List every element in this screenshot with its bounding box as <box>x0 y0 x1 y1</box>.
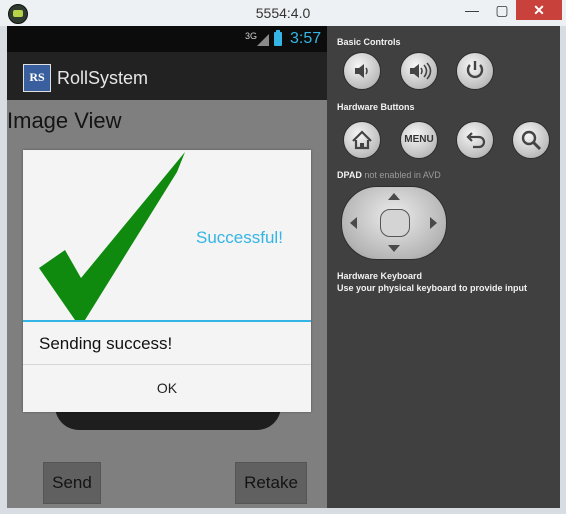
home-icon <box>352 130 372 150</box>
image-view-heading: Image View <box>7 108 122 133</box>
back-button[interactable] <box>456 121 494 159</box>
checkmark-icon <box>39 152 185 320</box>
dpad-up-icon[interactable] <box>388 193 400 200</box>
app-title: RollSystem <box>57 68 149 88</box>
volume-up-button[interactable] <box>400 52 438 90</box>
status-clock: 3:57 <box>290 30 322 47</box>
power-icon <box>466 61 484 79</box>
action-bar: RS RollSystem <box>7 52 327 100</box>
retake-button[interactable]: Retake <box>235 462 307 504</box>
success-dialog: Successful! Sending success! OK <box>23 150 311 412</box>
hardware-keyboard-note: Use your physical keyboard to provide in… <box>337 283 528 293</box>
volume-down-button[interactable] <box>343 52 381 90</box>
maximize-button[interactable]: ▢ <box>488 0 516 20</box>
volume-up-icon <box>410 62 432 80</box>
emulator-controls-panel: Basic Controls Hardware Buttons MENU DPA… <box>327 26 560 508</box>
volume-down-icon <box>355 64 368 78</box>
hardware-keyboard-label: Hardware Keyboard <box>337 271 423 281</box>
dpad-label-text: DPAD <box>337 170 362 180</box>
dpad-center-button[interactable] <box>380 209 410 237</box>
ok-button[interactable]: OK <box>23 365 311 412</box>
close-button[interactable]: ✕ <box>516 0 562 20</box>
search-icon <box>521 130 542 151</box>
network-type-label: 3G <box>245 31 258 41</box>
send-button[interactable]: Send <box>43 462 101 504</box>
basic-controls-label: Basic Controls <box>337 37 401 47</box>
dpad-right-icon[interactable] <box>430 217 437 229</box>
window-titlebar: 5554:4.0 — ▢ ✕ <box>0 0 566 26</box>
hardware-buttons-label: Hardware Buttons <box>337 102 415 112</box>
menu-button-label: MENU <box>404 134 434 145</box>
title-divider <box>23 320 311 322</box>
signal-icon <box>257 34 269 46</box>
back-icon <box>466 132 486 149</box>
dpad-label: DPAD not enabled in AVD <box>337 170 441 180</box>
search-button[interactable] <box>512 121 550 159</box>
battery-icon <box>274 30 282 46</box>
window-frame-left <box>0 26 7 514</box>
dpad-down-icon[interactable] <box>388 245 400 252</box>
home-button[interactable] <box>343 121 381 159</box>
minimize-button[interactable]: — <box>458 0 486 20</box>
status-bar: 3G 3:57 <box>7 26 327 52</box>
dpad-control[interactable] <box>341 186 447 260</box>
app-logo-icon[interactable]: RS <box>23 64 51 92</box>
dpad-note: not enabled in AVD <box>364 170 441 180</box>
power-button[interactable] <box>456 52 494 90</box>
window-frame-bottom <box>0 508 566 514</box>
window-frame-right <box>560 26 566 514</box>
dialog-title: Successful! <box>196 228 283 247</box>
dpad-left-icon[interactable] <box>350 217 357 229</box>
dialog-message: Sending success! <box>39 334 173 353</box>
menu-button[interactable]: MENU <box>400 121 438 159</box>
